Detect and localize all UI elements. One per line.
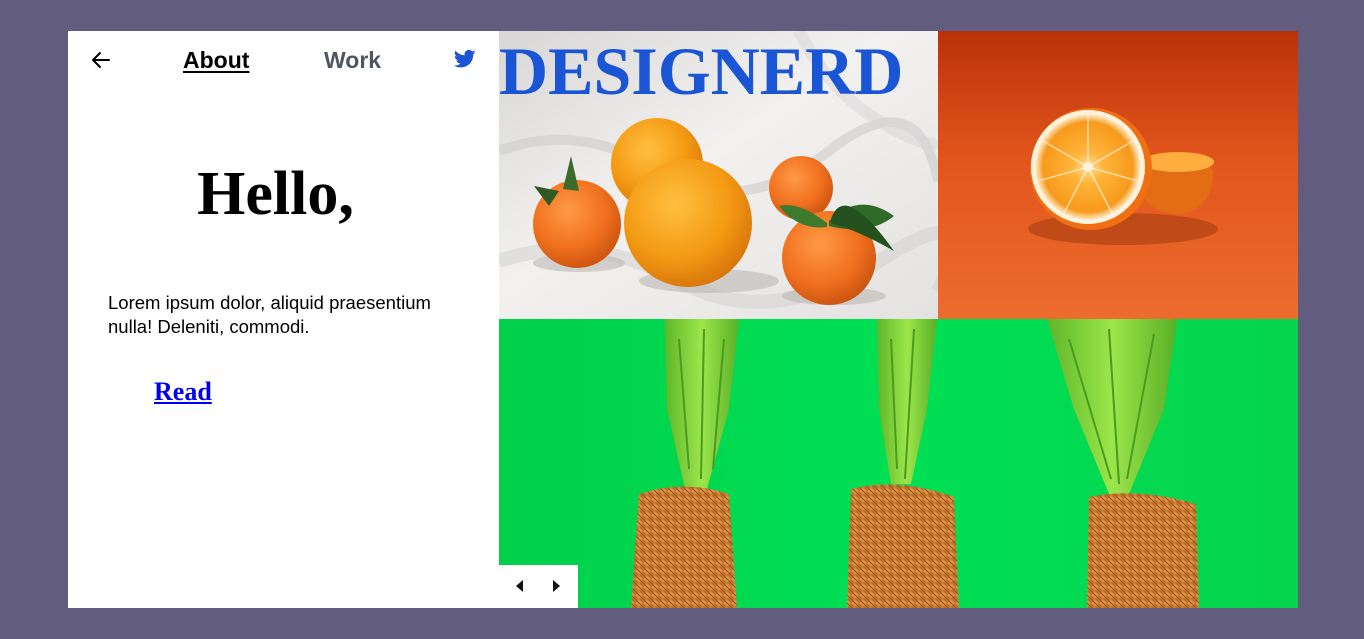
hero-heading: Hello, bbox=[197, 160, 354, 228]
read-link[interactable]: Read bbox=[154, 377, 212, 407]
wrapped-carrots-image bbox=[499, 319, 1298, 608]
app-frame: About Work Hello, Lorem ipsum dolor, ali… bbox=[68, 31, 1298, 608]
orange-half-image bbox=[938, 31, 1298, 319]
top-nav: About Work bbox=[68, 31, 499, 91]
twitter-icon[interactable] bbox=[454, 49, 476, 69]
caret-left-icon[interactable] bbox=[511, 577, 529, 595]
slider-controls bbox=[499, 565, 578, 608]
nav-link-about[interactable]: About bbox=[183, 46, 249, 74]
image-gallery: DESIGNERD bbox=[499, 31, 1298, 608]
arrow-left-icon[interactable] bbox=[90, 49, 112, 71]
caret-right-icon[interactable] bbox=[547, 577, 565, 595]
hero-body-text: Lorem ipsum dolor, aliquid praesentium n… bbox=[108, 292, 431, 337]
brand-title: DESIGNERD bbox=[499, 33, 904, 109]
nav-link-work[interactable]: Work bbox=[324, 46, 381, 74]
left-panel: About Work Hello, Lorem ipsum dolor, ali… bbox=[68, 31, 499, 608]
